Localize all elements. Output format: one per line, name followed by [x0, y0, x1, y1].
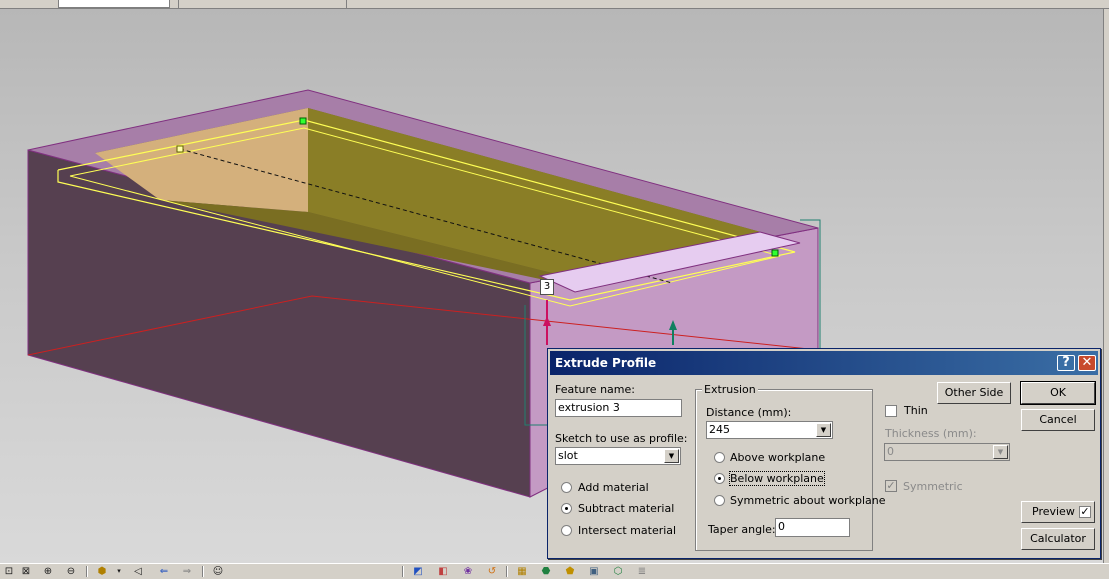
add-material-label: Add material [578, 481, 649, 494]
intersect-material-label: Intersect material [578, 524, 677, 537]
below-workplane-radio[interactable] [714, 473, 725, 484]
distance-select[interactable]: 245 ▼ [706, 421, 833, 439]
toolbar-separator [506, 566, 508, 577]
preview-label: Preview [1032, 505, 1075, 518]
taper-angle-input[interactable]: 0 [775, 518, 850, 537]
view-cube-icon[interactable]: ⬢ [95, 565, 109, 578]
box-icon[interactable]: ◧ [436, 565, 450, 578]
distance-value: 245 [709, 423, 730, 436]
sweep-icon[interactable]: ↺ [485, 565, 499, 578]
top-toolbar-strip [0, 0, 1109, 9]
top-combo-box[interactable] [58, 0, 170, 8]
extrusion-group-label: Extrusion [702, 383, 758, 396]
zoom-out-icon[interactable]: ⊖ [64, 565, 78, 578]
toolbar-separator [402, 566, 404, 577]
chevron-down-icon: ▼ [993, 445, 1008, 459]
solid-a-icon[interactable]: ⬣ [539, 565, 553, 578]
feature-name-label: Feature name: [555, 383, 635, 396]
symmetric-workplane-label: Symmetric about workplane [730, 494, 886, 507]
extrude-profile-dialog: Extrude Profile ? ✕ Feature name: extrus… [547, 348, 1101, 559]
below-workplane-label: Below workplane [729, 471, 825, 486]
revolve-icon[interactable]: ❀ [461, 565, 475, 578]
distance-label: Distance (mm): [706, 406, 792, 419]
toolbar-divider [178, 0, 179, 8]
toolbar-separator [202, 566, 204, 577]
sketch-profile-label: Sketch to use as profile: [555, 432, 688, 445]
sketch-point [299, 117, 307, 125]
solid-b-icon[interactable]: ⬟ [563, 565, 577, 578]
calculator-button[interactable]: Calculator [1021, 528, 1095, 550]
intersect-material-radio[interactable] [561, 525, 572, 536]
toolbar-separator [86, 566, 88, 577]
chevron-down-icon[interactable]: ▼ [664, 449, 679, 463]
close-icon[interactable]: ✕ [1078, 355, 1096, 371]
cancel-button[interactable]: Cancel [1021, 409, 1095, 431]
next-view-icon[interactable]: ⇒ [180, 565, 194, 578]
thin-label: Thin [904, 404, 928, 417]
zoom-fit-icon[interactable]: ⊡ [2, 565, 16, 578]
dialog-titlebar[interactable]: Extrude Profile ? ✕ [550, 351, 1098, 375]
previous-view-icon[interactable]: ⇐ [157, 565, 171, 578]
ok-button[interactable]: OK [1020, 381, 1096, 405]
thickness-value: 0 [887, 445, 894, 458]
chevron-down-icon[interactable]: ▾ [112, 565, 126, 578]
sketch-profile-select[interactable]: slot ▼ [555, 447, 681, 465]
zoom-window-icon[interactable]: ⊠ [19, 565, 33, 578]
add-material-radio[interactable] [561, 482, 572, 493]
preview-button[interactable]: Preview ✓ [1021, 501, 1095, 523]
help-icon[interactable]: ? [1057, 355, 1075, 371]
above-workplane-radio[interactable] [714, 452, 725, 463]
smiley-icon[interactable]: ☺ [211, 565, 225, 578]
viewport-scrollbar[interactable] [1103, 9, 1109, 563]
extrude-icon[interactable]: ◩ [411, 565, 425, 578]
toolbar-divider [346, 0, 347, 8]
symmetric-checkbox: ✓ [885, 479, 897, 492]
sketch-tag-label: 3 [540, 279, 554, 295]
scroll-icon[interactable]: ≣ [635, 565, 649, 578]
sketch-point [771, 249, 779, 257]
subtract-material-radio[interactable] [561, 503, 572, 514]
taper-angle-label: Taper angle: [708, 523, 776, 536]
preview-checkbox[interactable]: ✓ [1079, 506, 1091, 518]
other-side-button[interactable]: Other Side [937, 382, 1011, 404]
dialog-title: Extrude Profile [555, 356, 657, 370]
sketch-point [176, 145, 184, 153]
solid-d-icon[interactable]: ⬡ [611, 565, 625, 578]
solid-c-icon[interactable]: ▣ [587, 565, 601, 578]
thickness-label: Thickness (mm): [885, 427, 977, 440]
subtract-material-label: Subtract material [578, 502, 675, 515]
chevron-down-icon[interactable]: ▼ [816, 423, 831, 437]
bottom-toolbar: ⊡ ⊠ ⊕ ⊖ ⬢ ▾ ◁ ⇐ ⇒ ☺ ◩ ◧ ❀ ↺ ▦ ⬣ ⬟ ▣ ⬡ ≣ [0, 563, 1109, 579]
symmetric-label: Symmetric [903, 480, 963, 493]
workplane-icon[interactable]: ▦ [515, 565, 529, 578]
above-workplane-label: Above workplane [730, 451, 826, 464]
feature-name-input[interactable]: extrusion 3 [555, 399, 682, 417]
zoom-in-icon[interactable]: ⊕ [41, 565, 55, 578]
view-direction-icon[interactable]: ◁ [131, 565, 145, 578]
symmetric-workplane-radio[interactable] [714, 495, 725, 506]
sketch-profile-value: slot [558, 449, 578, 462]
thickness-select: 0 ▼ [884, 443, 1010, 461]
thin-checkbox[interactable] [885, 405, 897, 417]
